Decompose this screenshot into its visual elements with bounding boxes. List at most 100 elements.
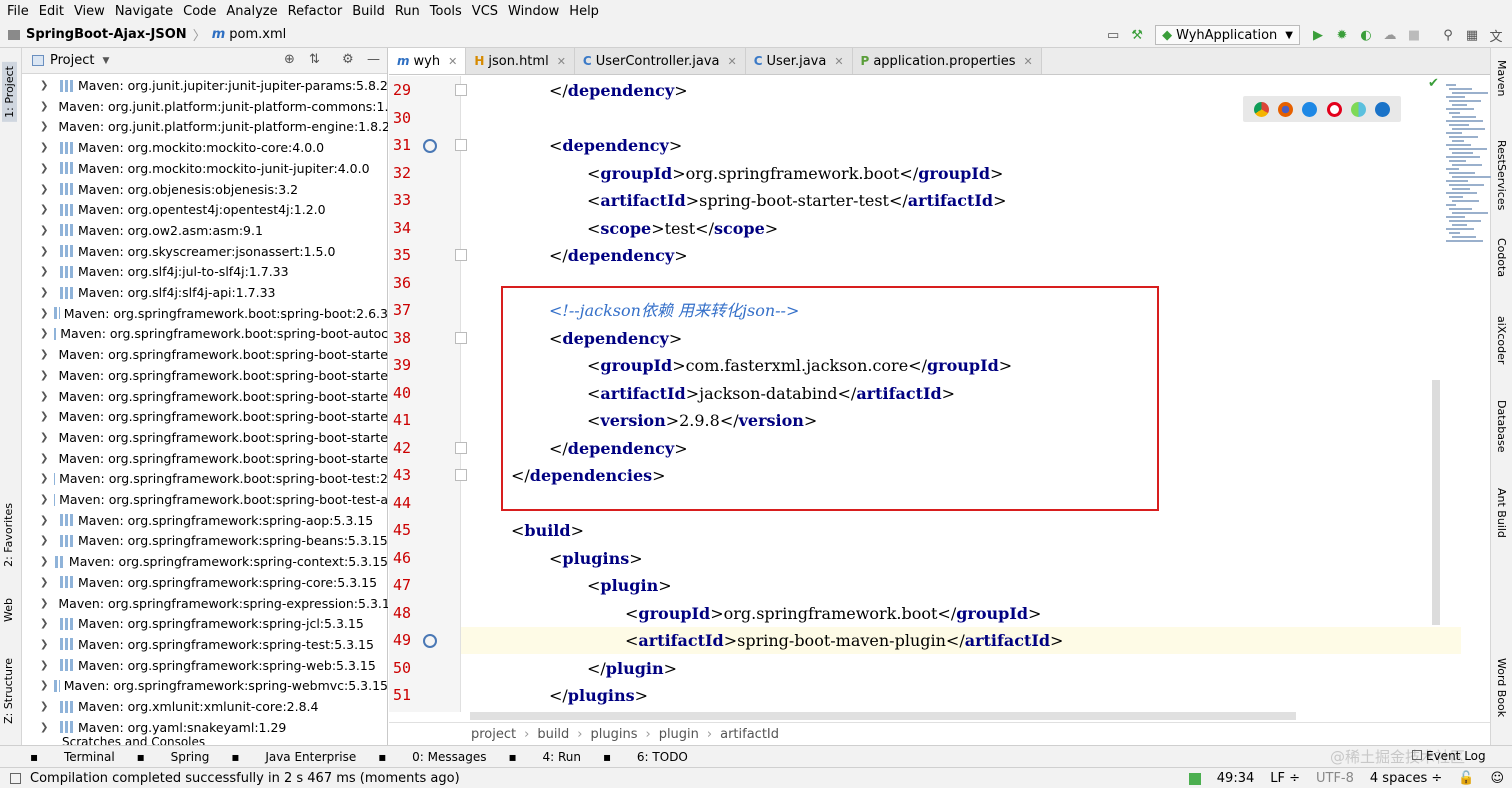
tree-item[interactable]: ❯Maven: org.opentest4j:opentest4j:1.2.0 — [22, 199, 388, 220]
structure-tool-tab[interactable]: Z: Structure — [2, 658, 15, 724]
status-toggle-icon[interactable] — [10, 773, 21, 784]
debug-icon[interactable]: ✹ — [1332, 25, 1352, 45]
vcs-icon[interactable]: ▦ — [1462, 25, 1482, 45]
menu-help[interactable]: Help — [564, 4, 604, 19]
chevron-right-icon[interactable]: ❯ — [40, 577, 54, 588]
tree-item[interactable]: ❯Maven: org.springframework.boot:spring-… — [22, 303, 388, 324]
override-marker-icon[interactable] — [423, 139, 437, 153]
breadcrumb-project[interactable]: project — [471, 727, 516, 742]
code-line[interactable]: </plugins> — [549, 682, 648, 709]
chevron-right-icon[interactable]: ❯ — [40, 328, 48, 339]
chevron-right-icon[interactable]: ❯ — [40, 80, 54, 91]
event-log-button[interactable]: Event Log — [1412, 749, 1486, 763]
rest-tool-tab[interactable]: RestServices — [1495, 140, 1508, 210]
chevron-right-icon[interactable]: ❯ — [40, 660, 54, 671]
tool-java-enterprise[interactable]: ▪ Java Enterprise — [231, 750, 356, 764]
indent-setting[interactable]: 4 spaces ÷ — [1370, 771, 1442, 786]
menu-edit[interactable]: Edit — [34, 4, 69, 19]
menu-build[interactable]: Build — [347, 4, 390, 19]
chevron-right-icon[interactable]: ❯ — [40, 308, 48, 319]
tree-item[interactable]: ❯Maven: org.mockito:mockito-junit-jupite… — [22, 158, 388, 179]
breadcrumb-plugins[interactable]: plugins — [591, 727, 638, 742]
menu-window[interactable]: Window — [503, 4, 564, 19]
inspection-ok-icon[interactable]: ✔ — [1428, 76, 1439, 91]
database-tool-tab[interactable]: Database — [1495, 400, 1508, 453]
close-icon[interactable]: ✕ — [1024, 55, 1033, 68]
close-icon[interactable]: ✕ — [727, 55, 736, 68]
nav-project[interactable]: SpringBoot-Ajax-JSON — [26, 27, 187, 42]
menu-run[interactable]: Run — [390, 4, 425, 19]
tree-item[interactable]: ❯Maven: org.slf4j:slf4j-api:1.7.33 — [22, 282, 388, 303]
scratches-item[interactable]: Scratches and Consoles — [22, 733, 388, 745]
tree-item[interactable]: ❯Maven: org.springframework.boot:spring-… — [22, 468, 388, 489]
menu-code[interactable]: Code — [178, 4, 221, 19]
code-line[interactable]: <plugins> — [549, 545, 643, 572]
chevron-right-icon[interactable]: ❯ — [40, 121, 48, 132]
safari-icon[interactable] — [1302, 102, 1317, 117]
menu-refactor[interactable]: Refactor — [283, 4, 348, 19]
web-tool-tab[interactable]: Web — [2, 598, 15, 622]
code-line[interactable]: </plugin> — [587, 655, 677, 682]
chevron-right-icon[interactable]: ❯ — [40, 432, 48, 443]
horizontal-scrollbar[interactable] — [470, 712, 1296, 720]
tree-item[interactable]: ❯Maven: org.springframework.boot:spring-… — [22, 323, 388, 344]
tree-item[interactable]: ❯Maven: org.ow2.asm:asm:9.1 — [22, 220, 388, 241]
tree-item[interactable]: ❯Maven: org.springframework:spring-core:… — [22, 572, 388, 593]
chevron-right-icon[interactable]: ❯ — [40, 639, 54, 650]
lock-icon[interactable]: 🔓 — [1458, 771, 1474, 786]
menu-analyze[interactable]: Analyze — [221, 4, 282, 19]
tree-item[interactable]: ❯Maven: org.slf4j:jul-to-slf4j:1.7.33 — [22, 261, 388, 282]
tree-item[interactable]: ❯Maven: org.junit.platform:junit-platfor… — [22, 116, 388, 137]
code-line[interactable]: <plugin> — [587, 572, 672, 599]
code-line[interactable]: <scope>test</scope> — [587, 215, 778, 242]
code-line[interactable]: </dependency> — [549, 242, 688, 269]
tab-user-java[interactable]: CUser.java✕ — [746, 48, 853, 74]
edge-icon[interactable] — [1375, 102, 1390, 117]
chevron-right-icon[interactable]: ❯ — [40, 246, 54, 257]
code-editor[interactable]: 2930313233343536373839404142434445464748… — [389, 76, 1490, 712]
menu-vcs[interactable]: VCS — [467, 4, 503, 19]
translate-icon[interactable]: 文 — [1486, 25, 1506, 45]
run-icon[interactable]: ▶ — [1308, 25, 1328, 45]
opera-icon[interactable] — [1327, 102, 1342, 117]
project-panel-title[interactable]: Project — [50, 53, 94, 68]
profile-icon[interactable]: ☁ — [1380, 25, 1400, 45]
tree-item[interactable]: ❯Maven: org.springframework:spring-aop:5… — [22, 510, 388, 531]
line-separator[interactable]: LF ÷ — [1270, 771, 1300, 786]
codota-tool-tab[interactable]: Codota — [1495, 238, 1508, 277]
menu-file[interactable]: File — [2, 4, 34, 19]
tree-item[interactable]: ❯Maven: org.skyscreamer:jsonassert:1.5.0 — [22, 241, 388, 262]
project-tool-tab[interactable]: 1: Project — [2, 62, 17, 122]
chevron-right-icon[interactable]: ❯ — [40, 494, 48, 505]
hide-icon[interactable]: — — [367, 52, 380, 67]
chevron-right-icon[interactable]: ❯ — [40, 515, 54, 526]
code-line[interactable]: <artifactId>spring-boot-starter-test</ar… — [587, 187, 1007, 214]
aixcoder-tool-tab[interactable]: aiXcoder — [1495, 316, 1508, 364]
tree-item[interactable]: ❯Maven: org.springframework.boot:spring-… — [22, 365, 388, 386]
chevron-right-icon[interactable]: ❯ — [40, 266, 54, 277]
menu-view[interactable]: View — [69, 4, 110, 19]
tool-4-run[interactable]: ▪ 4: Run — [509, 750, 581, 764]
search-icon[interactable]: ⚲ — [1438, 25, 1458, 45]
code-line[interactable]: <groupId>org.springframework.boot</group… — [625, 600, 1041, 627]
status-message[interactable]: Compilation completed successfully in 2 … — [0, 771, 460, 786]
code-line[interactable]: <dependency> — [549, 132, 682, 159]
tree-item[interactable]: ❯Maven: org.springframework:spring-beans… — [22, 530, 388, 551]
tree-item[interactable]: ❯Maven: org.springframework.boot:spring-… — [22, 344, 388, 365]
project-structure-icon[interactable]: ▭ — [1103, 25, 1123, 45]
tree-item[interactable]: ❯Maven: org.springframework:spring-web:5… — [22, 655, 388, 676]
tool-6-todo[interactable]: ▪ 6: TODO — [603, 750, 688, 764]
tree-item[interactable]: ❯Maven: org.junit.platform:junit-platfor… — [22, 96, 388, 117]
edge-chromium-icon[interactable] — [1351, 102, 1366, 117]
coverage-icon[interactable]: ◐ — [1356, 25, 1376, 45]
chevron-right-icon[interactable]: ❯ — [40, 556, 49, 567]
chevron-right-icon[interactable]: ❯ — [40, 598, 48, 609]
chevron-right-icon[interactable]: ❯ — [40, 287, 54, 298]
close-icon[interactable]: ✕ — [557, 55, 566, 68]
chevron-right-icon[interactable]: ❯ — [40, 163, 54, 174]
menu-tools[interactable]: Tools — [425, 4, 467, 19]
tree-item[interactable]: ❯Maven: org.springframework:spring-conte… — [22, 551, 388, 572]
chevron-right-icon[interactable]: ❯ — [40, 411, 48, 422]
chevron-right-icon[interactable]: ❯ — [40, 142, 54, 153]
override-marker-icon[interactable] — [423, 634, 437, 648]
